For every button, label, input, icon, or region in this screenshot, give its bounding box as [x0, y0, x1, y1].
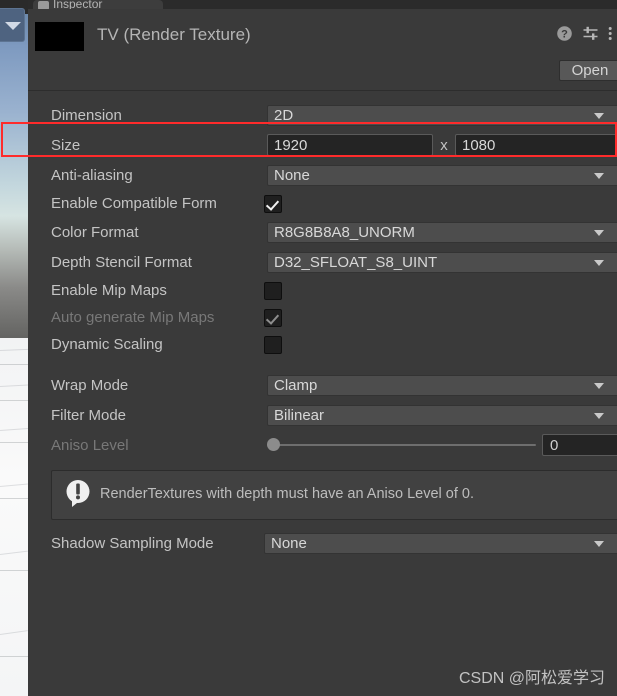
size-width-value: 1920 — [274, 136, 308, 154]
inspector-panel: TV (Render Texture) ? Open Dimension 2D … — [28, 9, 617, 696]
anti-aliasing-value: None — [274, 166, 310, 184]
header-icon-group: ? — [556, 25, 615, 46]
inspector-icon — [38, 1, 49, 9]
dimension-dropdown[interactable]: 2D — [267, 104, 617, 126]
chevron-down-icon — [594, 173, 604, 179]
depth-stencil-format-value: D32_SFLOAT_S8_UINT — [274, 253, 438, 271]
property-row-aniso-level: Aniso Level 0 — [28, 430, 617, 460]
label-size: Size — [51, 136, 81, 154]
label-enable-mip-maps: Enable Mip Maps — [51, 282, 167, 299]
kebab-menu-icon[interactable] — [608, 25, 615, 46]
label-dimension: Dimension — [51, 106, 122, 124]
info-message-box: RenderTextures with depth must have an A… — [51, 470, 617, 520]
slider-handle — [267, 438, 280, 451]
chevron-down-icon — [594, 260, 604, 266]
property-row-auto-generate-mip-maps: Auto generate Mip Maps — [28, 304, 617, 331]
shadow-sampling-mode-dropdown[interactable]: None — [264, 532, 617, 554]
property-row-filter-mode: Filter Mode Bilinear — [28, 400, 617, 430]
size-height-value: 1080 — [462, 136, 496, 154]
asset-thumbnail-preview[interactable] — [35, 22, 84, 51]
asset-header: TV (Render Texture) ? Open — [28, 9, 617, 91]
anti-aliasing-dropdown[interactable]: None — [267, 164, 617, 186]
label-color-format: Color Format — [51, 223, 139, 241]
warning-exclamation-icon — [62, 477, 94, 513]
chevron-down-icon — [594, 230, 604, 236]
filter-mode-dropdown[interactable]: Bilinear — [267, 404, 617, 426]
enable-mip-maps-checkbox[interactable] — [264, 281, 282, 300]
dimension-value: 2D — [274, 106, 294, 124]
chevron-down-icon — [5, 22, 21, 30]
property-row-dynamic-scaling: Dynamic Scaling — [28, 331, 617, 358]
watermark: CSDN @阿松爱学习 — [458, 670, 605, 687]
size-separator: x — [440, 136, 448, 154]
size-height-input[interactable]: 1080 — [455, 134, 617, 156]
property-list: Dimension 2D Size 1920 x 1080 Anti-alias… — [28, 91, 617, 558]
filter-mode-value: Bilinear — [274, 406, 325, 424]
property-row-enable-mip-maps: Enable Mip Maps — [28, 277, 617, 304]
label-shadow-sampling-mode: Shadow Sampling Mode — [51, 534, 214, 552]
open-button[interactable]: Open — [559, 60, 617, 81]
scene-view-strip[interactable] — [0, 0, 28, 696]
auto-generate-mip-maps-checkbox — [264, 308, 282, 327]
property-row-dimension: Dimension 2D — [28, 100, 617, 130]
tab-inspector-label: Inspector — [53, 0, 103, 9]
property-row-anti-aliasing: Anti-aliasing None — [28, 160, 617, 190]
label-aniso-level: Aniso Level — [51, 436, 129, 454]
property-row-size: Size 1920 x 1080 — [28, 130, 617, 160]
dynamic-scaling-checkbox[interactable] — [264, 335, 282, 354]
size-width-input[interactable]: 1920 — [267, 134, 433, 156]
property-row-wrap-mode: Wrap Mode Clamp — [28, 370, 617, 400]
label-depth-stencil-format: Depth Stencil Format — [51, 253, 192, 271]
shadow-sampling-mode-value: None — [271, 534, 307, 552]
enable-compatible-format-checkbox[interactable] — [264, 194, 282, 213]
property-row-depth-stencil-format: Depth Stencil Format D32_SFLOAT_S8_UINT — [28, 247, 617, 277]
aniso-level-input: 0 — [542, 434, 617, 456]
label-wrap-mode: Wrap Mode — [51, 376, 129, 394]
inspector-tab-bar: Inspector — [28, 0, 617, 9]
label-enable-compatible-format: Enable Compatible Form — [51, 195, 217, 212]
chevron-down-icon — [594, 541, 604, 547]
property-row-enable-compatible-format: Enable Compatible Form — [28, 190, 617, 217]
asset-title: TV (Render Texture) — [97, 25, 251, 44]
color-format-dropdown[interactable]: R8G8B8A8_UNORM — [267, 221, 617, 243]
color-format-value: R8G8B8A8_UNORM — [274, 223, 415, 241]
scene-view-orientation-gizmo[interactable] — [0, 8, 25, 42]
property-row-color-format: Color Format R8G8B8A8_UNORM — [28, 217, 617, 247]
svg-text:?: ? — [561, 29, 568, 41]
wrap-mode-dropdown[interactable]: Clamp — [267, 374, 617, 396]
help-icon[interactable]: ? — [556, 25, 573, 46]
label-auto-generate-mip-maps: Auto generate Mip Maps — [51, 309, 215, 326]
chevron-down-icon — [594, 113, 604, 119]
property-row-shadow-sampling-mode: Shadow Sampling Mode None — [28, 528, 617, 558]
chevron-down-icon — [594, 383, 604, 389]
chevron-down-icon — [594, 413, 604, 419]
aniso-level-value: 0 — [550, 436, 559, 454]
slider-track — [273, 444, 536, 446]
depth-stencil-format-dropdown[interactable]: D32_SFLOAT_S8_UINT — [267, 251, 617, 273]
preset-settings-icon[interactable] — [582, 25, 599, 46]
aniso-level-slider — [267, 436, 542, 454]
scene-sky — [0, 14, 28, 340]
label-dynamic-scaling: Dynamic Scaling — [51, 336, 163, 353]
info-message-text: RenderTextures with depth must have an A… — [100, 486, 474, 503]
wrap-mode-value: Clamp — [274, 376, 318, 394]
label-filter-mode: Filter Mode — [51, 406, 127, 424]
label-anti-aliasing: Anti-aliasing — [51, 166, 133, 184]
scene-ground — [0, 338, 28, 696]
tab-inspector[interactable]: Inspector — [33, 0, 163, 9]
